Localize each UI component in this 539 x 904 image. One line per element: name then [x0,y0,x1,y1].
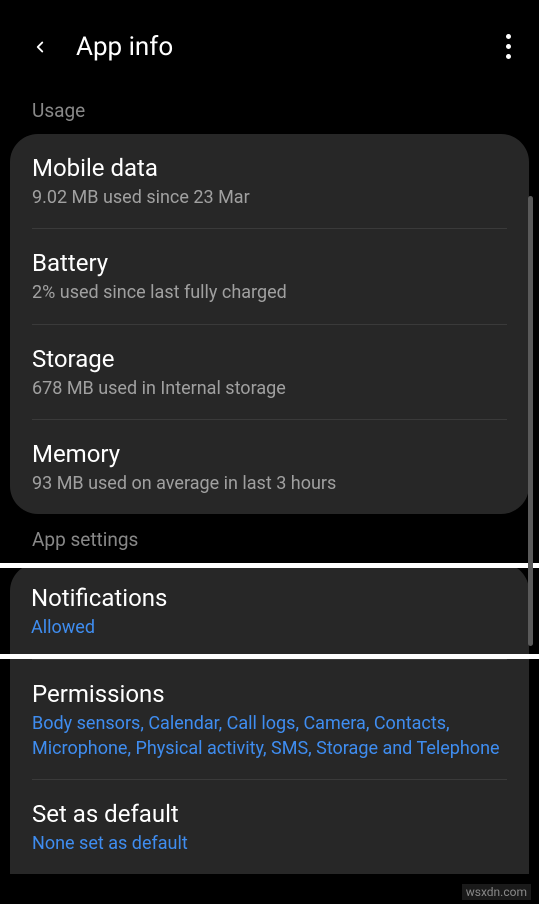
usage-card: Mobile data 9.02 MB used since 23 Mar Ba… [10,134,529,514]
section-label-app-settings: App settings [0,514,539,563]
section-label-usage: Usage [0,85,539,134]
list-item-storage[interactable]: Storage 678 MB used in Internal storage [10,325,529,419]
list-item-title: Set as default [32,800,507,828]
header-left: App info [30,32,173,62]
list-item-notifications[interactable]: Notifications Allowed [0,568,539,654]
highlight-box: Notifications Allowed [0,563,539,659]
list-item-memory[interactable]: Memory 93 MB used on average in last 3 h… [10,420,529,514]
back-icon[interactable] [30,37,50,57]
list-item-title: Storage [32,345,507,373]
list-item-title: Permissions [32,680,507,708]
list-item-subtitle: 93 MB used on average in last 3 hours [32,472,507,496]
list-item-subtitle: Body sensors, Calendar, Call logs, Camer… [32,712,507,761]
watermark: wsxdn.com [462,884,531,900]
scrollbar[interactable] [528,196,533,646]
list-item-subtitle: None set as default [32,832,507,856]
list-item-title: Mobile data [32,154,507,182]
page-title: App info [76,32,173,62]
list-item-subtitle: 9.02 MB used since 23 Mar [32,186,507,210]
list-item-title: Notifications [31,584,508,612]
app-settings-card: Notifications Allowed Permissions Body s… [10,563,529,874]
list-item-subtitle: 678 MB used in Internal storage [32,377,507,401]
list-item-subtitle: Allowed [31,616,508,640]
list-item-title: Battery [32,249,507,277]
list-item-subtitle: 2% used since last fully charged [32,281,507,305]
more-icon[interactable] [500,28,517,65]
list-item-set-as-default[interactable]: Set as default None set as default [10,780,529,874]
list-item-title: Memory [32,440,507,468]
list-item-mobile-data[interactable]: Mobile data 9.02 MB used since 23 Mar [10,134,529,228]
header: App info [0,0,539,85]
list-item-battery[interactable]: Battery 2% used since last fully charged [10,229,529,323]
list-item-permissions[interactable]: Permissions Body sensors, Calendar, Call… [10,660,529,779]
